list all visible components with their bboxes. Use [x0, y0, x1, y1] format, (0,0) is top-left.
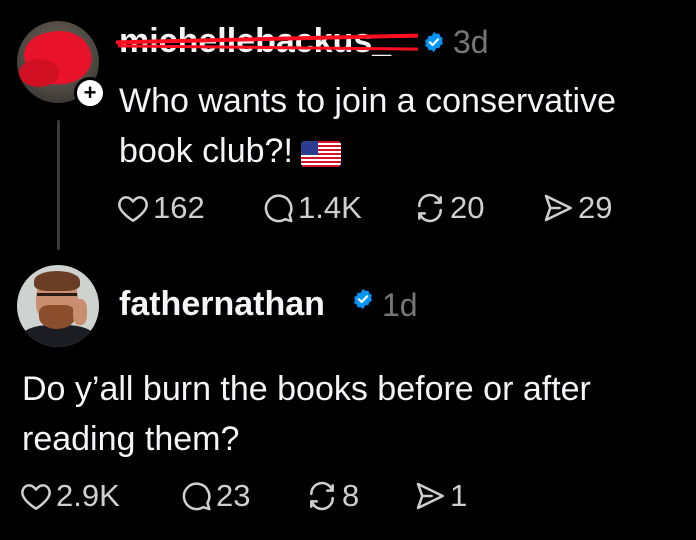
reply-count: 1.4K — [298, 190, 362, 225]
heart-icon — [21, 484, 51, 510]
comment-icon — [182, 482, 211, 511]
reply-button[interactable]: 23 — [180, 478, 306, 514]
reply-button[interactable]: 1.4K — [262, 190, 414, 226]
us-flag-icon — [300, 141, 341, 167]
timestamp: 3d — [453, 24, 489, 60]
share-count: 1 — [450, 478, 468, 513]
like-count: 2.9K — [56, 478, 120, 513]
reply-count: 23 — [216, 478, 251, 513]
verified-badge-icon — [354, 288, 372, 310]
post-text: Do y’all burn the books before or after … — [22, 364, 682, 464]
post-reply: fathernathan 1d Do y’all burn the books … — [0, 262, 696, 540]
repost-count: 20 — [450, 190, 485, 225]
share-icon — [544, 194, 572, 222]
avatar[interactable] — [17, 265, 99, 347]
follow-plus-icon[interactable]: + — [74, 77, 106, 109]
share-button[interactable]: 1 — [414, 478, 467, 514]
post-text-line: reading them? — [22, 420, 240, 458]
repost-icon — [310, 481, 334, 511]
like-count: 162 — [153, 190, 205, 225]
share-button[interactable]: 29 — [542, 190, 612, 226]
share-icon — [416, 482, 444, 510]
share-count: 29 — [578, 190, 613, 225]
username[interactable]: fathernathan — [119, 284, 325, 324]
comment-icon — [264, 194, 293, 223]
post-text: Who wants to join a conservative book cl… — [119, 76, 679, 176]
heart-icon — [118, 196, 148, 222]
redaction-scribble — [19, 59, 59, 87]
repost-button[interactable]: 20 — [414, 190, 542, 226]
like-button[interactable]: 162 — [117, 190, 262, 226]
thread-line — [57, 120, 60, 250]
action-bar: 2.9K 23 8 1 — [20, 476, 467, 516]
repost-count: 8 — [342, 478, 360, 513]
post-text-line: book club?! — [119, 132, 293, 170]
post-text-line: Do y’all burn the books before or after — [22, 370, 591, 408]
action-bar: 162 1.4K 20 29 — [117, 188, 612, 228]
like-button[interactable]: 2.9K — [20, 478, 180, 514]
verified-badge-icon — [425, 31, 443, 53]
avatar-beard — [39, 305, 75, 329]
post-text-line: Who wants to join a conservative — [119, 82, 617, 120]
avatar-glasses — [37, 293, 77, 306]
avatar-hair — [34, 271, 80, 291]
repost-icon — [418, 193, 442, 223]
timestamp: 1d — [382, 287, 418, 323]
repost-button[interactable]: 8 — [306, 478, 414, 514]
post-original: + michellebackus_ 3d Who wants to join a… — [0, 0, 696, 262]
avatar-hand — [73, 299, 87, 325]
